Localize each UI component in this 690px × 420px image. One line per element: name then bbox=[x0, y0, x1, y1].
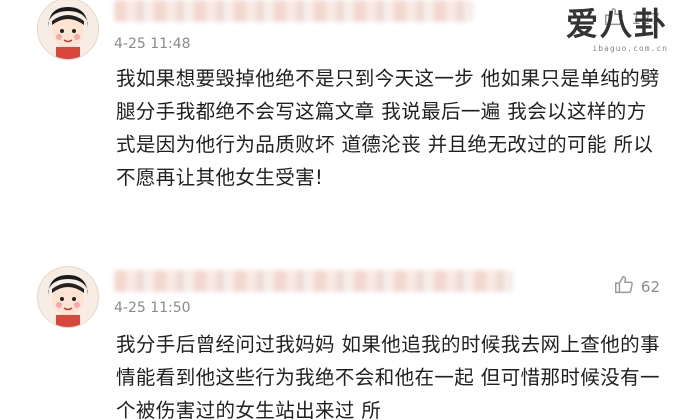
avatar[interactable] bbox=[37, 0, 99, 60]
username-blurred[interactable] bbox=[114, 0, 474, 22]
like-count: 62 bbox=[640, 278, 660, 296]
watermark-url: ibaguo.com.cn bbox=[592, 44, 668, 53]
username-blurred[interactable] bbox=[114, 270, 514, 292]
thumbs-up-icon bbox=[613, 274, 635, 300]
comment-item: 4-25 11:50 62 我分手后曾经问过我妈妈 如果他追我的时候我去网上查他… bbox=[0, 262, 690, 420]
site-watermark: 爱八卦 ibaguo.com.cn bbox=[548, 4, 668, 64]
like-button[interactable]: 62 bbox=[613, 274, 660, 300]
comment-timestamp: 4-25 11:48 bbox=[114, 36, 191, 52]
avatar[interactable] bbox=[37, 266, 99, 328]
watermark-logo-text: 爱八卦 bbox=[565, 5, 668, 43]
comment-text: 我如果想要毁掉他绝不是只到今天这一步 他如果只是单纯的劈腿分手我都绝不会写这篇文… bbox=[116, 67, 660, 189]
comment-timestamp: 4-25 11:50 bbox=[114, 300, 191, 316]
comment-text: 我分手后曾经问过我妈妈 如果他追我的时候我去网上查他的事情能看到他这些行为我绝不… bbox=[116, 333, 660, 420]
